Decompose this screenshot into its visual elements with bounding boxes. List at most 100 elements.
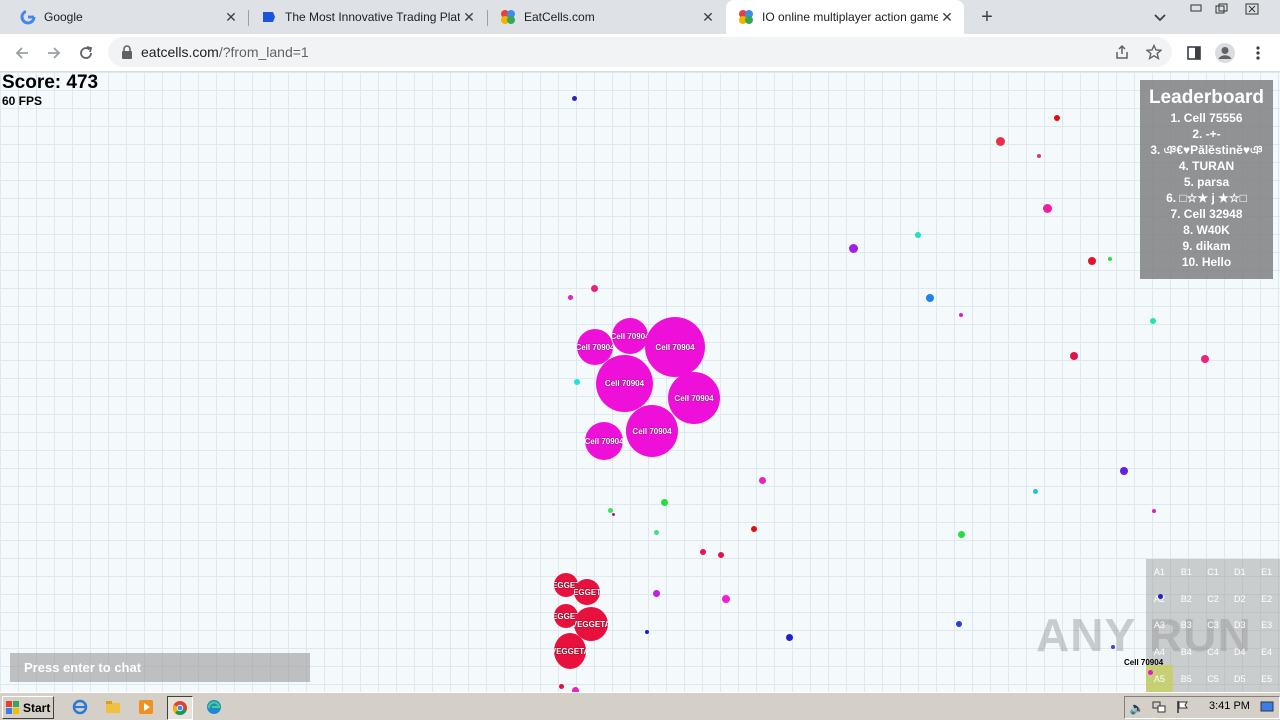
food-pellet bbox=[1070, 352, 1078, 360]
food-pellet bbox=[572, 96, 577, 101]
leaderboard-entry: 9. dikam bbox=[1182, 239, 1231, 253]
minimap-sector: E2 bbox=[1261, 593, 1273, 604]
minimap-dot bbox=[1158, 594, 1163, 599]
address-bar[interactable]: eatcells.com/?from_land=1 bbox=[108, 37, 1172, 67]
close-tab-icon[interactable]: ✕ bbox=[460, 8, 478, 26]
share-icon[interactable] bbox=[1112, 42, 1132, 62]
reload-button[interactable] bbox=[74, 41, 98, 65]
game-canvas[interactable]: Cell 70904 Cell 70904 Cell 70904 Cell 70… bbox=[0, 72, 1280, 692]
chat-input[interactable] bbox=[10, 653, 304, 682]
taskbar-clock[interactable]: 3:41 PM bbox=[1209, 700, 1250, 712]
kebab-menu-icon[interactable] bbox=[1246, 41, 1270, 65]
player-cell: Cell 70904 bbox=[645, 317, 705, 377]
bookmark-star-icon[interactable] bbox=[1144, 42, 1164, 62]
player-cell: Cell 70904 bbox=[585, 422, 623, 460]
network-icon[interactable] bbox=[1151, 700, 1167, 716]
chrome-icon[interactable] bbox=[167, 696, 193, 720]
side-panel-icon[interactable] bbox=[1182, 41, 1206, 65]
action-center-flag-icon[interactable] bbox=[1175, 700, 1191, 716]
minimap-sector: B1 bbox=[1180, 567, 1192, 578]
show-desktop-icon[interactable] bbox=[1259, 700, 1275, 716]
fps-display: 60 FPS bbox=[2, 94, 43, 108]
minimize-window-icon[interactable] bbox=[1184, 2, 1208, 18]
minimap-sector: A3 bbox=[1153, 620, 1165, 631]
google-icon bbox=[20, 9, 36, 25]
minimap-sector: E1 bbox=[1261, 567, 1273, 578]
chat-box[interactable] bbox=[10, 653, 310, 682]
windows-logo-icon bbox=[6, 700, 19, 714]
tab-trading-platform[interactable]: The Most Innovative Trading Platform ✕ bbox=[249, 0, 486, 34]
food-pellet bbox=[591, 285, 598, 292]
enemy-cell-label: VEGGETA bbox=[574, 619, 608, 629]
food-pellet bbox=[645, 630, 649, 634]
tab-strip: Google ✕ The Most Innovative Trading Pla… bbox=[0, 0, 1280, 34]
minimap-player-dot bbox=[1148, 670, 1153, 675]
url-host: eatcells.com bbox=[141, 44, 219, 60]
food-pellet bbox=[653, 590, 660, 597]
food-pellet bbox=[1120, 467, 1128, 475]
tab-title: EatCells.com bbox=[524, 10, 595, 24]
restore-window-icon[interactable] bbox=[1210, 2, 1234, 18]
food-pellet bbox=[574, 379, 580, 385]
food-pellet bbox=[926, 294, 934, 302]
tab-eatcells[interactable]: EatCells.com ✕ bbox=[488, 0, 725, 34]
food-pellet bbox=[700, 549, 706, 555]
food-pellet bbox=[718, 552, 724, 558]
close-tab-icon[interactable]: ✕ bbox=[938, 8, 956, 26]
eatcells-icon bbox=[738, 9, 754, 25]
volume-icon[interactable]: 🔈 bbox=[1129, 700, 1145, 716]
food-pellet bbox=[1033, 489, 1038, 494]
minimap-sector: D2 bbox=[1234, 593, 1246, 604]
player-cell: Cell 70904 bbox=[612, 318, 648, 354]
player-cell-label: Cell 70904 bbox=[655, 342, 695, 352]
system-tray: 🔈 3:41 PM bbox=[1124, 696, 1280, 719]
forward-arrow-icon bbox=[48, 47, 61, 59]
minimap-sector: D5 bbox=[1234, 673, 1246, 684]
food-pellet bbox=[568, 295, 573, 300]
windows-taskbar: Start 🔈 3:41 PM bbox=[0, 692, 1280, 720]
food-pellet bbox=[958, 531, 965, 538]
leaderboard-entry: 6. □☆★ j ★☆□ bbox=[1166, 191, 1247, 205]
url-path: /?from_land=1 bbox=[218, 44, 309, 60]
minimap-sector: B4 bbox=[1180, 647, 1192, 658]
enemy-cell: VEGGETA bbox=[554, 633, 586, 669]
start-button[interactable]: Start bbox=[2, 696, 54, 719]
close-tab-icon[interactable]: ✕ bbox=[699, 8, 717, 26]
leaderboard-entry: 10. Hello bbox=[1181, 255, 1232, 269]
tab-search-chevron-icon[interactable] bbox=[1151, 8, 1169, 26]
food-pellet bbox=[786, 634, 793, 641]
new-tab-button[interactable]: + bbox=[976, 6, 998, 28]
back-button[interactable] bbox=[10, 41, 34, 65]
tab-google[interactable]: Google ✕ bbox=[8, 0, 248, 34]
player-cell: Cell 70904 bbox=[626, 405, 678, 457]
profile-avatar-icon[interactable] bbox=[1213, 41, 1237, 65]
leaderboard-entry: 3. ঞ€♥Pălĕstinĕ♥ঞ bbox=[1150, 143, 1263, 157]
food-pellet bbox=[1108, 257, 1112, 261]
minimap-sector: C5 bbox=[1207, 673, 1219, 684]
media-player-icon[interactable] bbox=[134, 696, 158, 718]
close-window-icon[interactable] bbox=[1240, 2, 1264, 18]
food-pellet bbox=[759, 477, 766, 484]
tab-title: The Most Innovative Trading Platform bbox=[285, 10, 460, 24]
food-pellet bbox=[654, 530, 659, 535]
tab-title: Google bbox=[44, 10, 83, 24]
minimap-sector: C2 bbox=[1207, 593, 1219, 604]
minimap-sector: B5 bbox=[1180, 673, 1192, 684]
player-cell-label: Cell 70904 bbox=[585, 436, 623, 446]
url-text[interactable]: eatcells.com/?from_land=1 bbox=[141, 44, 309, 60]
internet-explorer-icon[interactable] bbox=[68, 696, 92, 718]
enemy-cell-label: VEGGETA bbox=[554, 646, 586, 656]
tab-io-game[interactable]: IO online multiplayer action game. S ✕ bbox=[726, 0, 964, 34]
player-cell-label: Cell 70904 bbox=[612, 331, 648, 341]
leaderboard: Leaderboard 1. Cell 75556 2. -+- 3. ঞ€♥P… bbox=[1140, 80, 1273, 279]
close-tab-icon[interactable]: ✕ bbox=[222, 8, 240, 26]
food-pellet bbox=[1150, 318, 1156, 324]
player-cell: Cell 70904 bbox=[668, 372, 720, 424]
lock-icon[interactable] bbox=[120, 44, 134, 60]
minimap-sector: D4 bbox=[1234, 647, 1246, 658]
food-pellet bbox=[612, 513, 615, 516]
file-explorer-icon[interactable] bbox=[101, 696, 125, 718]
edge-icon[interactable] bbox=[202, 696, 226, 718]
forward-button[interactable] bbox=[42, 41, 66, 65]
leaderboard-entry: 2. -+- bbox=[1192, 127, 1221, 141]
